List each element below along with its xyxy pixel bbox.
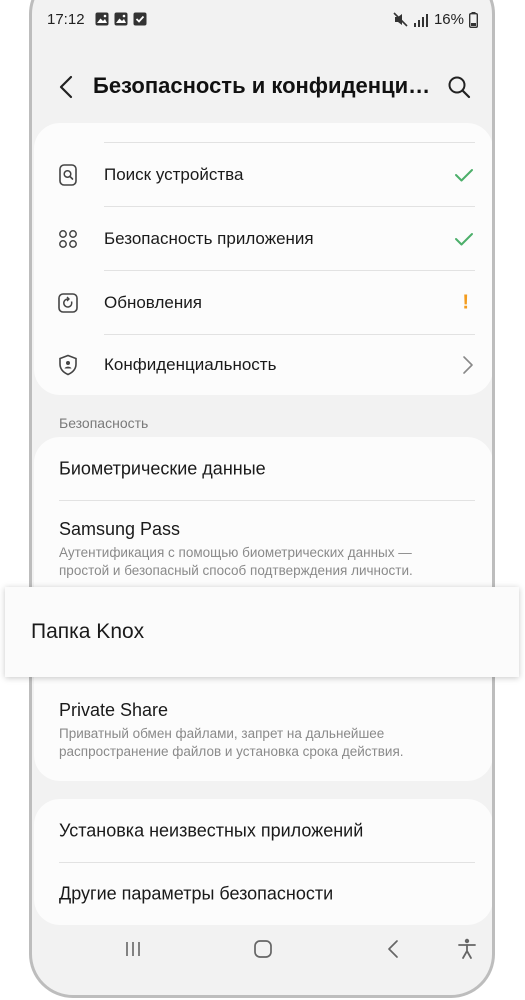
apps-grid-icon xyxy=(59,229,77,248)
security-section-header: Безопасность xyxy=(59,415,149,431)
privacy-label: Конфиденциальность xyxy=(104,355,277,374)
private-share-item[interactable]: Private Share Приватный обмен файлами, з… xyxy=(59,700,479,761)
back-arrow-icon[interactable] xyxy=(52,72,82,102)
page-title: Безопасность и конфиденциальность xyxy=(93,73,438,98)
samsung-pass-subtitle-line1: Аутентификация с помощью биометрических … xyxy=(59,545,412,560)
app-security-item[interactable]: Безопасность приложения xyxy=(34,207,492,270)
phone-frame: 17:12 16% Безопасность и конфиденциально… xyxy=(29,0,495,998)
privacy-item[interactable]: Конфиденциальность xyxy=(34,335,492,395)
warning-indicator: ! xyxy=(462,291,469,313)
notification-icons xyxy=(95,12,147,26)
private-share-title: Private Share xyxy=(59,700,169,720)
find-device-icon xyxy=(59,163,77,186)
private-share-subtitle: Приватный обмен файлами, запрет на дальн… xyxy=(59,725,479,761)
divider xyxy=(59,500,475,501)
app-security-label: Безопасность приложения xyxy=(104,228,314,248)
update-icon xyxy=(58,292,78,313)
privacy-shield-icon xyxy=(59,354,77,376)
samsung-pass-subtitle-line2: простой и безопасный способ подтверждени… xyxy=(59,563,413,578)
accessibility-icon[interactable] xyxy=(455,937,479,961)
checkbox-notification-icon xyxy=(133,12,147,26)
app-bar: Безопасность и конфиденциальность xyxy=(32,59,492,115)
unknown-apps-label: Установка неизвестных приложений xyxy=(59,820,364,840)
status-right-group: 16% xyxy=(393,11,478,28)
samsung-pass-subtitle: Аутентификация с помощью биометрических … xyxy=(59,544,479,580)
navigation-bar xyxy=(32,917,492,995)
updates-label: Обновления xyxy=(104,292,202,312)
nav-back-icon[interactable] xyxy=(382,937,406,961)
signal-icon xyxy=(413,13,428,27)
search-icon[interactable] xyxy=(444,72,474,102)
chevron-right-icon xyxy=(463,356,473,374)
battery-icon xyxy=(469,11,478,28)
other-security-item[interactable]: Другие параметры безопасности xyxy=(34,863,492,925)
gallery-icon xyxy=(114,12,128,26)
other-security-card: Установка неизвестных приложений Другие … xyxy=(34,799,492,925)
knox-folder-item[interactable]: Папка Knox xyxy=(5,587,519,677)
status-time: 17:12 xyxy=(47,11,85,28)
top-settings-card: Поиск устройства Безопасность приложения… xyxy=(34,123,492,395)
battery-percent: 16% xyxy=(433,11,464,28)
check-icon xyxy=(455,168,473,181)
biometrics-label: Биометрические данные xyxy=(59,458,266,478)
unknown-apps-item[interactable]: Установка неизвестных приложений xyxy=(34,799,492,862)
gallery-icon xyxy=(95,12,109,26)
samsung-pass-title: Samsung Pass xyxy=(59,519,181,539)
updates-item[interactable]: Обновления ! xyxy=(34,271,492,334)
samsung-pass-item[interactable]: Samsung Pass Аутентификация с помощью би… xyxy=(59,519,479,580)
find-device-label: Поиск устройства xyxy=(104,164,244,184)
biometrics-item[interactable]: Биометрические данные xyxy=(34,437,492,500)
check-icon xyxy=(455,232,473,245)
status-bar: 17:12 16% xyxy=(32,3,492,37)
knox-folder-label: Папка Knox xyxy=(31,620,145,643)
recent-apps-icon[interactable] xyxy=(121,937,145,961)
find-device-item[interactable]: Поиск устройства xyxy=(34,143,492,206)
mute-icon xyxy=(393,12,408,27)
home-icon[interactable] xyxy=(251,937,275,961)
private-share-subtitle-line1: Приватный обмен файлами, запрет на дальн… xyxy=(59,726,385,741)
private-share-subtitle-line2: распространение файлов и установка срока… xyxy=(59,744,404,759)
other-security-label: Другие параметры безопасности xyxy=(59,883,334,904)
